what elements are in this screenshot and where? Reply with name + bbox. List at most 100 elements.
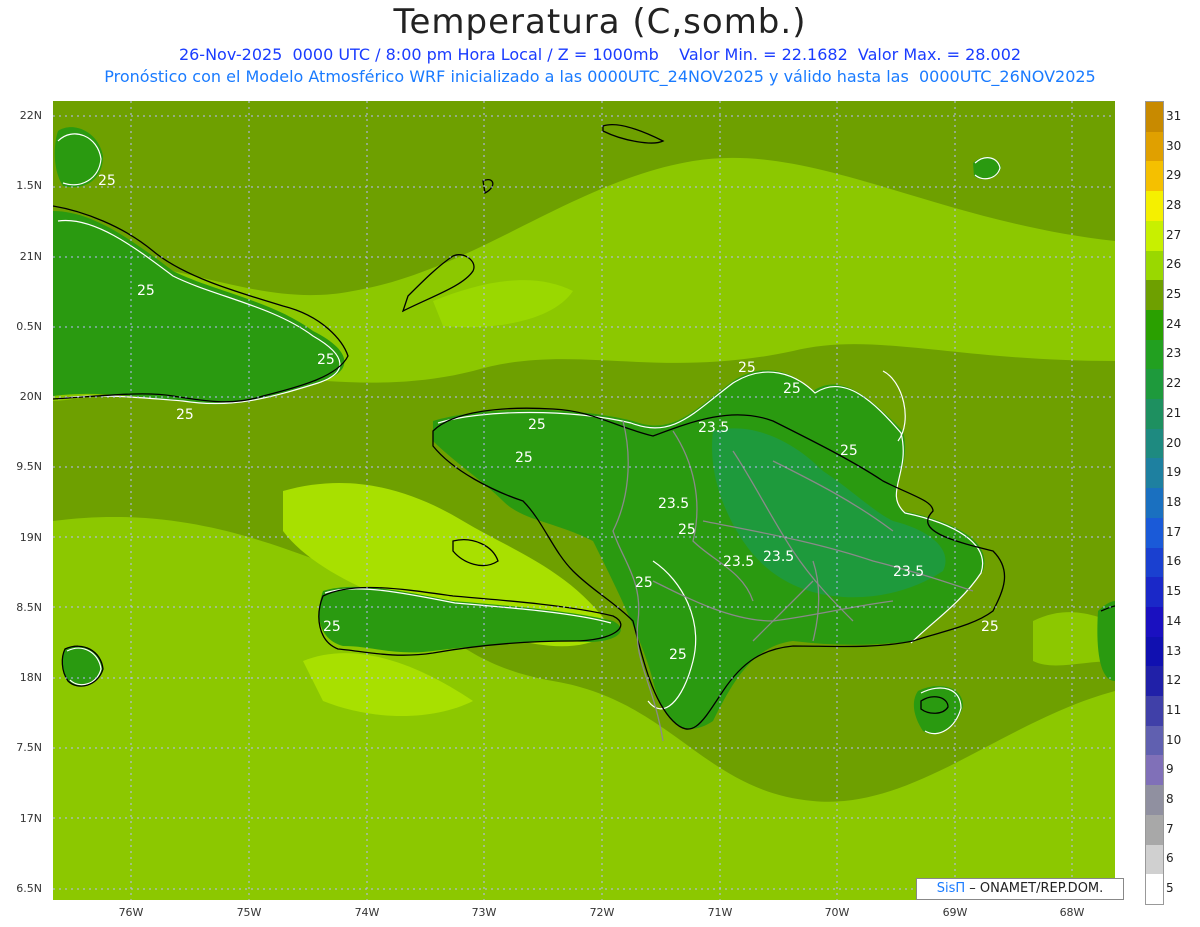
contour-label: 25 xyxy=(635,575,653,591)
contour-label: 23.5 xyxy=(723,554,754,570)
colorbar-label: 24 xyxy=(1166,316,1182,331)
contour-label: 25 xyxy=(317,352,335,368)
colorbar-segment xyxy=(1146,131,1163,162)
colorbar-label: 28 xyxy=(1166,197,1182,212)
map-title: Temperatura (C,somb.) xyxy=(393,2,807,42)
colorbar-segment xyxy=(1146,725,1163,756)
contour-label: 25 xyxy=(783,381,801,397)
colorbar-segment xyxy=(1146,458,1163,489)
colorbar-segment xyxy=(1146,161,1163,192)
contour-label: 25 xyxy=(98,173,116,189)
colorbar-segment xyxy=(1146,814,1163,846)
subtitle-model-info: Pronóstico con el Modelo Atmosférico WRF… xyxy=(104,67,1096,86)
colorbar-label: 5 xyxy=(1166,881,1174,896)
contour-label: 23.5 xyxy=(893,564,924,580)
subtitle-valid-time: 26-Nov-2025 0000 UTC / 8:00 pm Hora Loca… xyxy=(178,45,1022,64)
colorbar-segment xyxy=(1146,191,1163,222)
lon-label: 68W xyxy=(1059,906,1085,919)
lon-label: 75W xyxy=(236,906,262,919)
temperature-map: 25 25 25 25 25 25 25 23.5 25 23.5 25 25 … xyxy=(53,101,1115,900)
contour-label: 25 xyxy=(981,619,999,635)
contour-label: 25 xyxy=(669,647,687,663)
contour-label: 23.5 xyxy=(698,420,729,436)
colorbar-label: 20 xyxy=(1166,435,1182,450)
colorbar-label: 7 xyxy=(1166,821,1174,836)
brand-logo-text: SisΠ xyxy=(936,881,966,896)
colorbar-label: 30 xyxy=(1166,138,1182,153)
colorbar-label: 31 xyxy=(1166,108,1182,123)
colorbar-segment xyxy=(1146,309,1163,341)
lon-label: 74W xyxy=(354,906,380,919)
colorbar-label: 17 xyxy=(1166,524,1182,539)
colorbar-segment xyxy=(1146,755,1163,786)
colorbar-segment xyxy=(1146,339,1163,370)
contour-label: 25 xyxy=(738,360,756,376)
colorbar-segment xyxy=(1146,250,1163,281)
lat-label: 21N xyxy=(19,250,42,263)
colorbar-label: 8 xyxy=(1166,792,1174,807)
colorbar-segment xyxy=(1146,577,1163,608)
lon-label: 71W xyxy=(707,906,733,919)
colorbar-label: 23 xyxy=(1166,346,1182,361)
colorbar-label: 27 xyxy=(1166,227,1182,242)
lon-label: 73W xyxy=(471,906,497,919)
colorbar-label: 13 xyxy=(1166,643,1182,658)
colorbar-label: 9 xyxy=(1166,762,1174,777)
map-layers: 25 25 25 25 25 25 25 23.5 25 23.5 25 25 … xyxy=(53,101,1115,900)
lat-label: 19N xyxy=(19,531,42,544)
colorbar-label: 26 xyxy=(1166,257,1182,272)
contour-label: 25 xyxy=(515,450,533,466)
colorbar-segment xyxy=(1146,606,1163,638)
contour-label: 23.5 xyxy=(658,496,689,512)
lon-label: 70W xyxy=(824,906,850,919)
contour-label: 25 xyxy=(323,619,341,635)
lat-label: 8.5N xyxy=(16,601,42,614)
lat-label: 17N xyxy=(19,812,42,825)
colorbar-segment xyxy=(1146,488,1163,519)
contour-label: 23.5 xyxy=(763,549,794,565)
colorbar-segment xyxy=(1146,280,1163,311)
lat-label: 7.5N xyxy=(16,741,42,754)
colorbar xyxy=(1145,101,1164,905)
colorbar-segment xyxy=(1146,666,1163,697)
colorbar-label: 18 xyxy=(1166,495,1182,509)
contour-label: 25 xyxy=(176,407,194,423)
lat-label: 9.5N xyxy=(16,460,42,473)
colorbar-label: 29 xyxy=(1166,168,1182,183)
colorbar-segment xyxy=(1146,399,1163,430)
colorbar-segment xyxy=(1146,428,1163,459)
colorbar-label: 21 xyxy=(1166,405,1182,420)
lat-label: 1.5N xyxy=(16,179,42,192)
colorbar-label: 22 xyxy=(1166,376,1182,391)
colorbar-label: 16 xyxy=(1166,554,1182,569)
lat-label: 20N xyxy=(19,390,42,403)
colorbar-segment xyxy=(1146,547,1163,578)
lat-label: 6.5N xyxy=(16,882,42,895)
contour-label: 25 xyxy=(528,417,546,433)
colorbar-label: 6 xyxy=(1166,851,1174,866)
lat-label: 22N xyxy=(19,109,42,122)
colorbar-segment xyxy=(1146,636,1163,667)
lon-label: 69W xyxy=(942,906,968,919)
colorbar-segment xyxy=(1146,696,1163,727)
colorbar-segment xyxy=(1146,220,1163,252)
contour-label: 25 xyxy=(840,443,858,459)
colorbar-label: 11 xyxy=(1166,702,1182,717)
contour-label: 25 xyxy=(137,283,155,299)
contour-label: 25 xyxy=(678,522,696,538)
colorbar-segment xyxy=(1146,369,1163,400)
colorbar-label: 10 xyxy=(1166,732,1182,747)
colorbar-segment xyxy=(1146,785,1163,816)
colorbar-label: 15 xyxy=(1166,584,1182,599)
colorbar-label: 19 xyxy=(1166,465,1182,480)
credit-text: – ONAMET/REP.DOM. xyxy=(965,881,1104,896)
colorbar-segment xyxy=(1146,844,1163,875)
colorbar-segment xyxy=(1146,102,1163,133)
colorbar-segment xyxy=(1146,874,1163,905)
colorbar-label: 14 xyxy=(1166,613,1182,628)
credit-box: SisΠ – ONAMET/REP.DOM. xyxy=(916,878,1124,900)
lon-label: 72W xyxy=(589,906,615,919)
lat-label: 18N xyxy=(19,671,42,684)
colorbar-segment xyxy=(1146,517,1163,549)
colorbar-label: 12 xyxy=(1166,673,1182,688)
